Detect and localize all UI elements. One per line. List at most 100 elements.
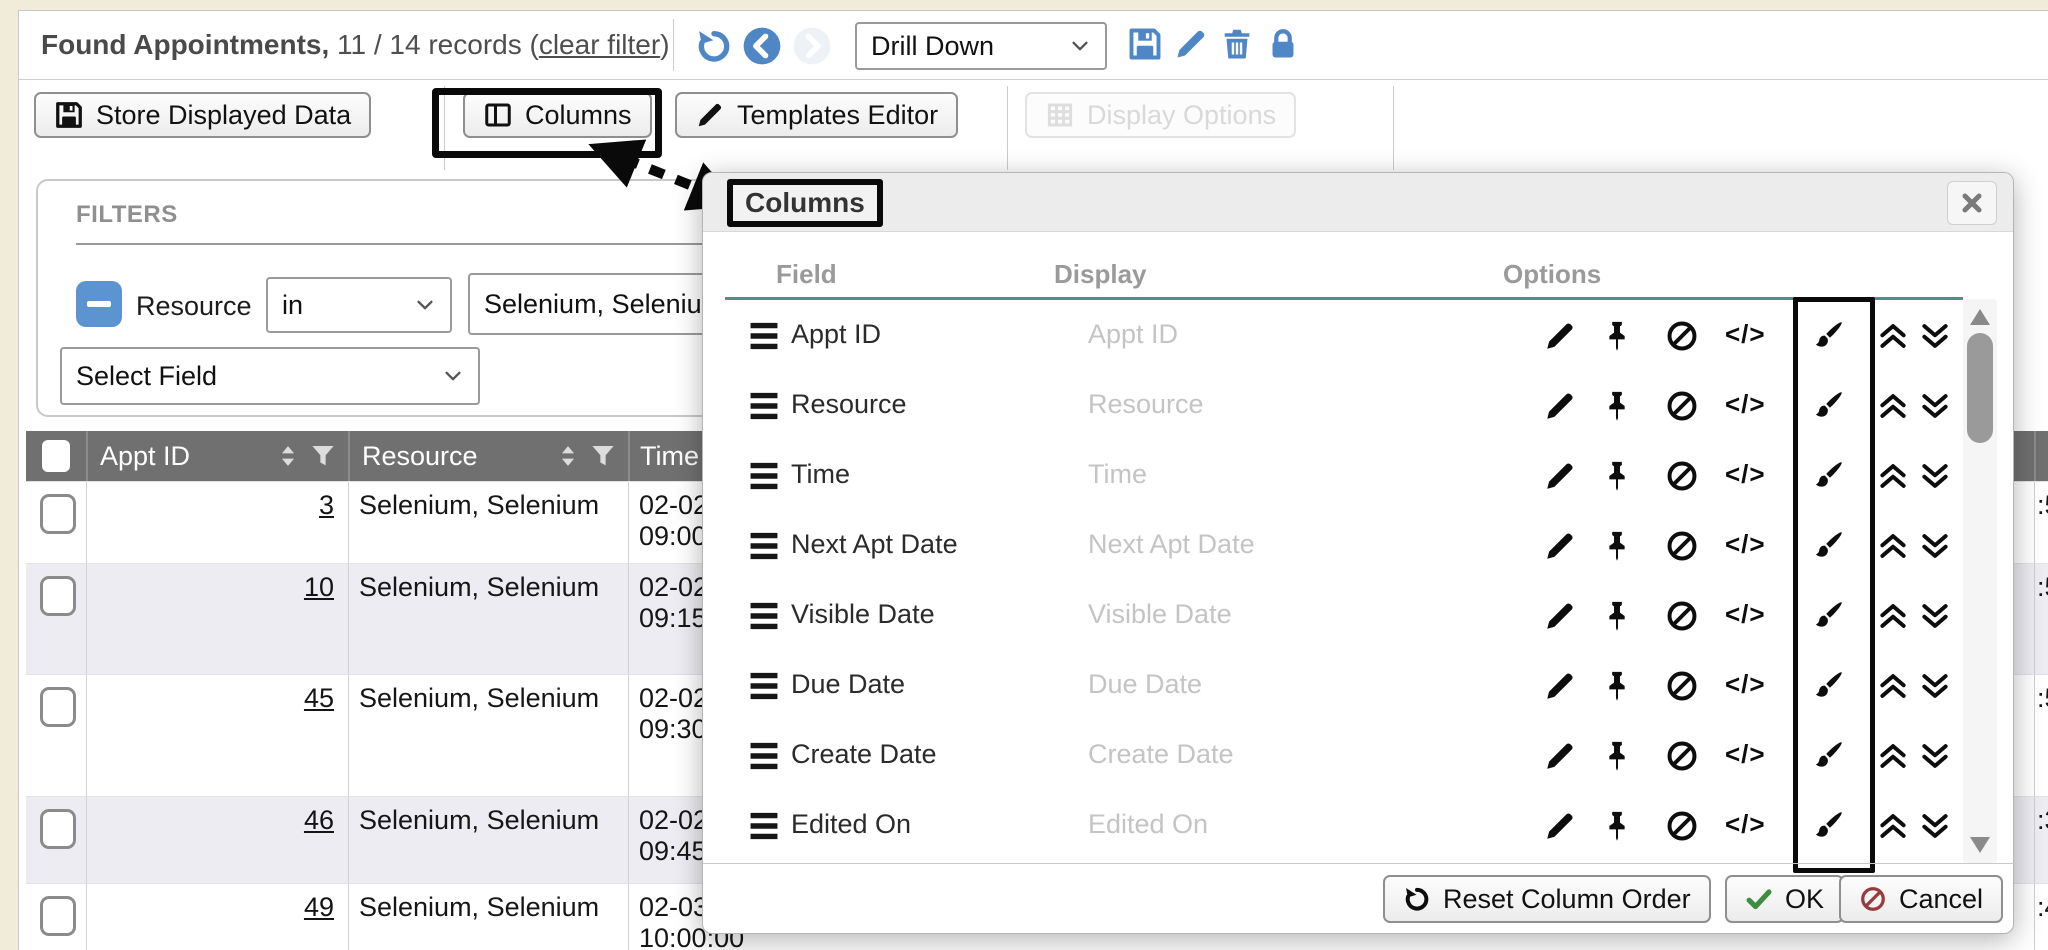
sort-icon[interactable]	[554, 441, 582, 471]
hide-column-icon[interactable]	[1665, 809, 1699, 843]
clear-filter-link[interactable]: clear filter	[539, 29, 660, 60]
templates-editor-button[interactable]: Templates Editor	[675, 92, 958, 138]
move-column-down-icon[interactable]	[1918, 319, 1952, 353]
move-column-up-icon[interactable]	[1876, 809, 1910, 843]
undo-icon[interactable]	[695, 27, 733, 65]
filter-icon[interactable]	[308, 441, 338, 471]
edit-column-icon[interactable]	[1543, 389, 1577, 423]
filter-icon[interactable]	[588, 441, 618, 471]
delete-view-icon[interactable]	[1219, 26, 1255, 62]
appt-id-link[interactable]: 46	[87, 805, 348, 836]
edit-view-icon[interactable]	[1173, 26, 1209, 62]
hide-column-icon[interactable]	[1665, 739, 1699, 773]
select-field-dropdown[interactable]: Select Field	[60, 347, 480, 405]
row-checkbox[interactable]	[40, 896, 76, 936]
scroll-down-icon[interactable]	[1970, 837, 1990, 853]
view-select[interactable]: Drill Down	[855, 22, 1107, 70]
hide-column-icon[interactable]	[1665, 459, 1699, 493]
move-column-up-icon[interactable]	[1876, 599, 1910, 633]
drag-handle-icon[interactable]	[747, 669, 781, 703]
row-checkbox[interactable]	[40, 494, 76, 534]
format-column-icon[interactable]: </>	[1725, 319, 1766, 350]
dialog-scrollbar[interactable]	[1963, 299, 1997, 863]
columns-button[interactable]: Columns	[463, 92, 652, 138]
style-column-icon[interactable]	[1811, 319, 1845, 353]
move-column-down-icon[interactable]	[1918, 669, 1952, 703]
hide-column-icon[interactable]	[1665, 669, 1699, 703]
appt-id-link[interactable]: 10	[87, 572, 348, 603]
style-column-icon[interactable]	[1811, 809, 1845, 843]
sort-icon[interactable]	[274, 441, 302, 471]
lock-view-icon[interactable]	[1265, 26, 1301, 62]
pin-column-icon[interactable]	[1600, 809, 1634, 843]
format-column-icon[interactable]: </>	[1725, 669, 1766, 700]
edit-column-icon[interactable]	[1543, 459, 1577, 493]
sort-icon[interactable]	[2040, 441, 2048, 471]
move-column-down-icon[interactable]	[1918, 739, 1952, 773]
move-column-up-icon[interactable]	[1876, 319, 1910, 353]
style-column-icon[interactable]	[1811, 599, 1845, 633]
edit-column-icon[interactable]	[1543, 319, 1577, 353]
cancel-button[interactable]: Cancel	[1839, 875, 2003, 923]
move-column-down-icon[interactable]	[1918, 389, 1952, 423]
style-column-icon[interactable]	[1811, 669, 1845, 703]
style-column-icon[interactable]	[1811, 739, 1845, 773]
edit-column-icon[interactable]	[1543, 529, 1577, 563]
save-view-icon[interactable]	[1127, 26, 1163, 62]
move-column-up-icon[interactable]	[1876, 669, 1910, 703]
appt-id-link[interactable]: 45	[87, 683, 348, 714]
move-column-up-icon[interactable]	[1876, 389, 1910, 423]
hide-column-icon[interactable]	[1665, 319, 1699, 353]
edit-column-icon[interactable]	[1543, 739, 1577, 773]
move-column-down-icon[interactable]	[1918, 599, 1952, 633]
format-column-icon[interactable]: </>	[1725, 389, 1766, 420]
drag-handle-icon[interactable]	[747, 459, 781, 493]
move-column-up-icon[interactable]	[1876, 529, 1910, 563]
row-checkbox[interactable]	[40, 809, 76, 849]
pin-column-icon[interactable]	[1600, 319, 1634, 353]
pin-column-icon[interactable]	[1600, 739, 1634, 773]
table-header-resource[interactable]: Resource	[348, 431, 628, 481]
row-checkbox[interactable]	[40, 576, 76, 616]
ok-button[interactable]: OK	[1725, 875, 1844, 923]
pin-column-icon[interactable]	[1600, 529, 1634, 563]
edit-column-icon[interactable]	[1543, 599, 1577, 633]
move-column-down-icon[interactable]	[1918, 529, 1952, 563]
format-column-icon[interactable]: </>	[1725, 739, 1766, 770]
pin-column-icon[interactable]	[1600, 389, 1634, 423]
filter-operator-select[interactable]: in	[266, 277, 452, 333]
drag-handle-icon[interactable]	[747, 739, 781, 773]
drag-handle-icon[interactable]	[747, 389, 781, 423]
dialog-titlebar[interactable]: Columns	[703, 173, 2013, 232]
history-back-icon[interactable]	[741, 25, 783, 67]
appt-id-link[interactable]: 3	[87, 490, 348, 521]
store-displayed-data-button[interactable]: Store Displayed Data	[34, 92, 371, 138]
table-header-appt-id[interactable]: Appt ID	[86, 431, 348, 481]
drag-handle-icon[interactable]	[747, 529, 781, 563]
move-column-down-icon[interactable]	[1918, 459, 1952, 493]
drag-handle-icon[interactable]	[747, 809, 781, 843]
hide-column-icon[interactable]	[1665, 389, 1699, 423]
select-all-checkbox[interactable]	[42, 440, 70, 472]
table-header-edge[interactable]	[2034, 431, 2048, 481]
format-column-icon[interactable]: </>	[1725, 459, 1766, 490]
hide-column-icon[interactable]	[1665, 529, 1699, 563]
format-column-icon[interactable]: </>	[1725, 809, 1766, 840]
drag-handle-icon[interactable]	[747, 599, 781, 633]
format-column-icon[interactable]: </>	[1725, 599, 1766, 630]
move-column-up-icon[interactable]	[1876, 739, 1910, 773]
format-column-icon[interactable]: </>	[1725, 529, 1766, 560]
pin-column-icon[interactable]	[1600, 599, 1634, 633]
remove-filter-button[interactable]	[76, 281, 122, 327]
drag-handle-icon[interactable]	[747, 319, 781, 353]
pin-column-icon[interactable]	[1600, 459, 1634, 493]
scrollbar-thumb[interactable]	[1967, 333, 1993, 443]
dialog-close-button[interactable]	[1947, 181, 1997, 225]
edit-column-icon[interactable]	[1543, 809, 1577, 843]
move-column-up-icon[interactable]	[1876, 459, 1910, 493]
scroll-up-icon[interactable]	[1970, 309, 1990, 325]
style-column-icon[interactable]	[1811, 459, 1845, 493]
appt-id-link[interactable]: 49	[87, 892, 348, 923]
hide-column-icon[interactable]	[1665, 599, 1699, 633]
edit-column-icon[interactable]	[1543, 669, 1577, 703]
